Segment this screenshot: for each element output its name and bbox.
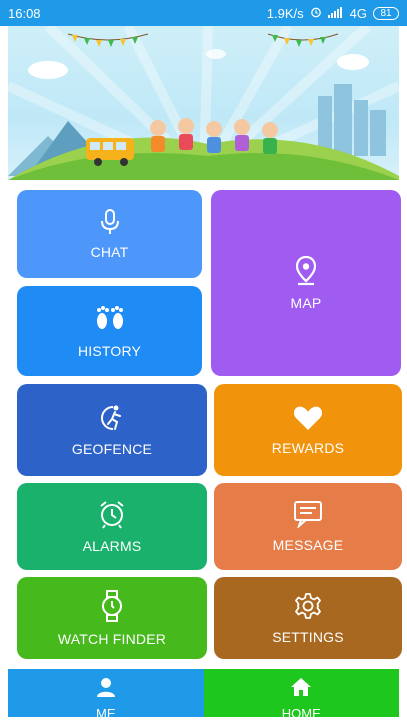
battery-icon: 81 bbox=[373, 6, 399, 20]
history-tile[interactable]: HISTORY bbox=[17, 286, 202, 376]
geofence-tile[interactable]: GEOFENCE bbox=[17, 384, 207, 476]
watch-finder-label: WATCH FINDER bbox=[57, 630, 167, 647]
nav-home-label: HOME bbox=[281, 706, 321, 721]
alarms-tile[interactable]: ALARMS bbox=[17, 483, 207, 570]
status-time: 16:08 bbox=[8, 5, 41, 21]
settings-label: SETTINGS bbox=[272, 628, 344, 645]
map-label: MAP bbox=[290, 294, 322, 311]
map-tile[interactable]: MAP bbox=[211, 190, 401, 376]
watch-finder-tile[interactable]: WATCH FINDER bbox=[17, 577, 207, 659]
watch-icon bbox=[100, 589, 124, 627]
alarms-label: ALARMS bbox=[82, 538, 142, 554]
battery-level: 81 bbox=[380, 7, 392, 19]
status-indicators: 1.9K/s 4G 81 bbox=[267, 6, 399, 21]
status-net-speed: 1.9K/s bbox=[266, 5, 304, 21]
footprints-icon bbox=[93, 304, 127, 339]
network-type: 4G bbox=[349, 5, 367, 21]
person-icon bbox=[95, 677, 117, 702]
history-label: HISTORY bbox=[77, 342, 142, 359]
message-label: MESSAGE bbox=[272, 537, 344, 553]
bottom-nav: ME HOME bbox=[8, 669, 399, 721]
nav-home-tab[interactable]: HOME bbox=[203, 669, 399, 721]
signal-icon bbox=[327, 6, 344, 21]
alarm-status-icon bbox=[310, 6, 322, 21]
rewards-label: REWARDS bbox=[271, 439, 345, 456]
microphone-icon bbox=[99, 208, 121, 240]
home-icon bbox=[290, 677, 312, 702]
status-bar: 16:08 1.9K/s 4G 81 bbox=[0, 0, 407, 26]
nav-me-tab[interactable]: ME bbox=[8, 669, 204, 721]
heart-icon bbox=[293, 405, 323, 436]
rewards-tile[interactable]: REWARDS bbox=[214, 384, 402, 476]
header-banner-illustration bbox=[8, 26, 399, 180]
nav-me-label: ME bbox=[96, 706, 116, 721]
alarm-clock-icon bbox=[98, 499, 126, 534]
chat-tile[interactable]: CHAT bbox=[17, 190, 202, 278]
geofence-runner-icon bbox=[97, 404, 127, 437]
map-pin-icon bbox=[295, 255, 317, 291]
message-icon bbox=[293, 500, 323, 533]
settings-tile[interactable]: SETTINGS bbox=[214, 577, 402, 659]
gear-icon bbox=[294, 592, 322, 625]
geofence-label: GEOFENCE bbox=[71, 440, 153, 457]
message-tile[interactable]: MESSAGE bbox=[214, 483, 402, 570]
chat-label: CHAT bbox=[90, 243, 129, 260]
